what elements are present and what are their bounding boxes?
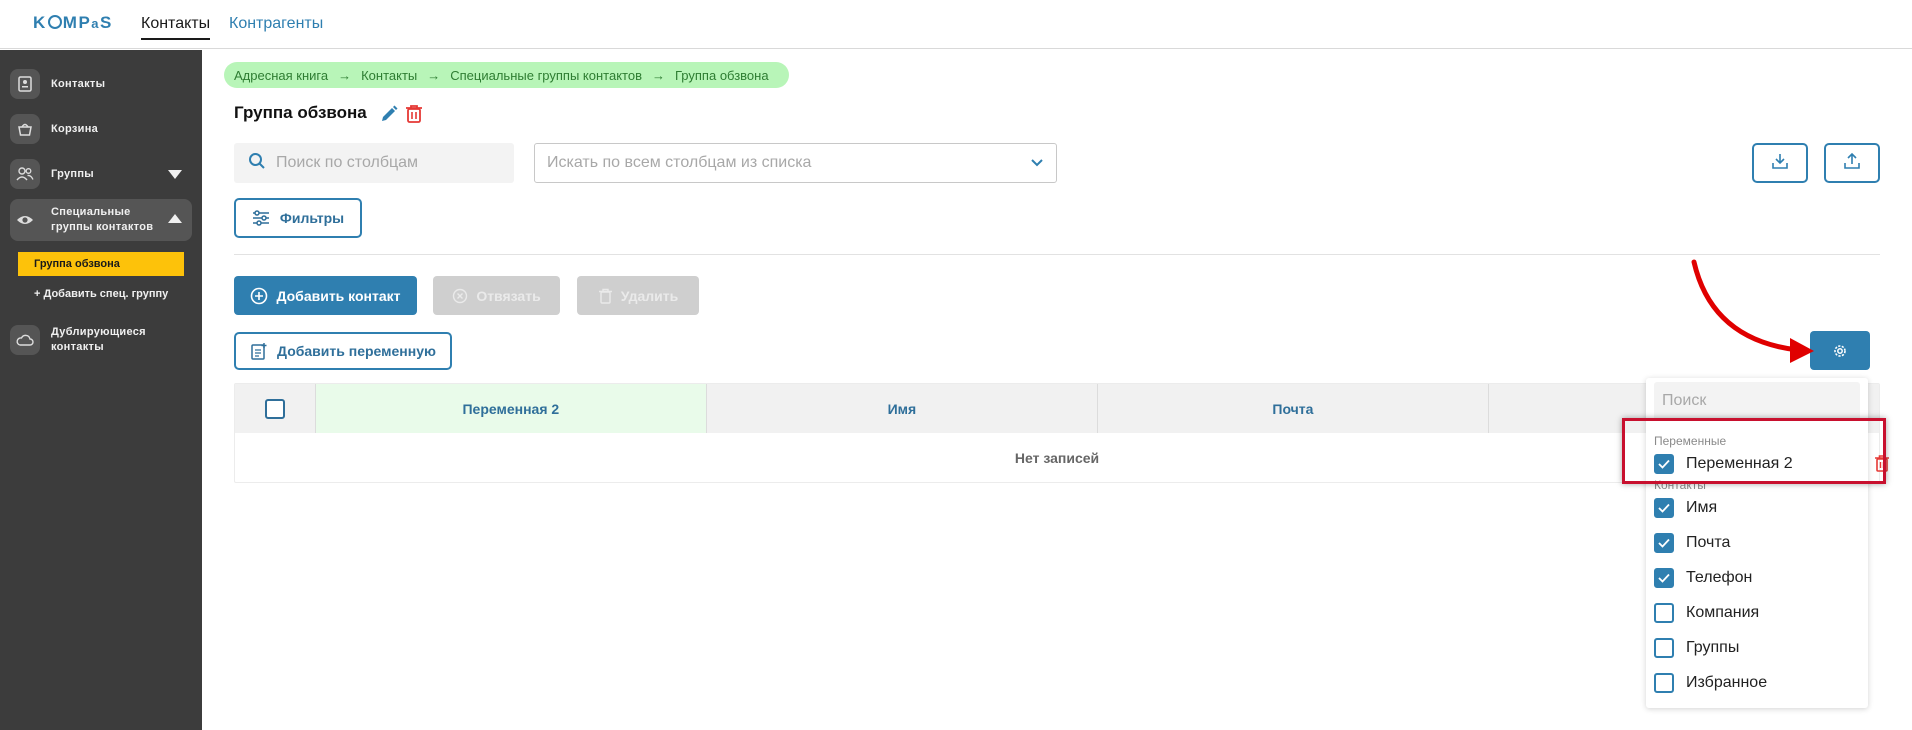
column-option-label: Группы xyxy=(1686,639,1740,656)
column-option-label: Переменная 2 xyxy=(1686,455,1793,472)
filters-button[interactable]: Фильтры xyxy=(234,198,362,238)
arrow-right-icon: → xyxy=(427,67,441,83)
sidebar-item-groups[interactable]: Группы xyxy=(10,159,192,189)
group-label: Переменные xyxy=(1654,434,1727,448)
column-option[interactable]: Имя xyxy=(1654,495,1860,521)
column-option-label: Избранное xyxy=(1686,674,1768,691)
checkbox-unchecked[interactable] xyxy=(1654,603,1674,623)
page-title: Группа обзвона xyxy=(234,103,367,122)
trash-icon[interactable] xyxy=(405,104,425,124)
column-header[interactable]: Переменная 2 xyxy=(314,384,706,433)
column-header[interactable]: Имя xyxy=(705,384,1097,433)
export-button[interactable] xyxy=(1824,143,1880,183)
arrow-right-icon: → xyxy=(338,67,352,83)
cloud-icon xyxy=(10,325,40,355)
gear-icon xyxy=(1834,344,1846,357)
contacts-table: Переменная 2 Имя Почта Нет записей xyxy=(234,383,1880,483)
columns-select-dropdown[interactable]: Искать по всем столбцам из списка xyxy=(534,143,1057,183)
column-option[interactable]: Телефон xyxy=(1654,565,1860,591)
add-contact-label: Добавить контакт xyxy=(276,287,401,304)
filters-label: Фильтры xyxy=(279,210,345,226)
sidebar: Контакты Корзина Группы Специальные груп… xyxy=(0,50,202,730)
checkbox-unchecked[interactable] xyxy=(1654,638,1674,658)
top-bar: K MPaS Контакты Контрагенты xyxy=(0,0,1912,49)
column-option-label: Компания xyxy=(1686,604,1760,621)
sidebar-item-label: Корзина xyxy=(51,123,99,135)
download-icon xyxy=(1771,152,1789,175)
column-option[interactable]: Группы xyxy=(1654,635,1860,661)
add-contact-button[interactable]: Добавить контакт xyxy=(234,276,417,315)
column-option-label: Телефон xyxy=(1686,569,1753,586)
sidebar-item-label: Дублирующиеся контакты xyxy=(51,326,146,353)
select-all-cell xyxy=(235,384,315,433)
column-option[interactable]: Переменная 2 xyxy=(1654,451,1889,477)
app-logo[interactable]: K MPaS xyxy=(33,13,113,33)
column-option[interactable]: Компания xyxy=(1654,600,1860,626)
checkbox-checked[interactable] xyxy=(1654,533,1674,553)
table-header: Переменная 2 Имя Почта xyxy=(235,384,1879,433)
column-header[interactable]: Почта xyxy=(1096,384,1488,433)
annotation-arrow xyxy=(1691,259,1814,363)
close-circle-icon xyxy=(453,288,468,303)
search-icon xyxy=(248,152,266,175)
panel-search-input[interactable]: Поиск xyxy=(1654,382,1860,420)
breadcrumb-item[interactable]: Адресная книга xyxy=(234,68,328,83)
users-icon xyxy=(10,159,40,189)
chevron-up-icon[interactable] xyxy=(168,214,182,223)
checkbox-unchecked[interactable] xyxy=(1654,673,1674,693)
empty-state: Нет записей xyxy=(1014,450,1100,466)
tab-contacts[interactable]: Контакты xyxy=(141,15,211,40)
select-placeholder: Искать по всем столбцам из списка xyxy=(547,154,812,171)
chevron-down-icon xyxy=(1030,156,1044,175)
upload-icon xyxy=(1843,152,1861,175)
add-special-group-link[interactable]: + Добавить спец. группу xyxy=(34,288,174,300)
unlink-button[interactable]: Отвязать xyxy=(433,276,560,315)
divider xyxy=(234,254,1880,255)
delete-button[interactable]: Удалить xyxy=(577,276,699,315)
breadcrumb: Адресная книга → Контакты → Специальные … xyxy=(224,62,789,88)
arrow-right-icon: → xyxy=(652,67,665,83)
column-option[interactable]: Почта xyxy=(1654,530,1860,556)
basket-icon xyxy=(10,114,40,144)
checkbox-checked[interactable] xyxy=(1654,498,1674,518)
trash-icon[interactable] xyxy=(1874,454,1890,477)
breadcrumb-item[interactable]: Контакты xyxy=(361,68,417,83)
column-settings-panel: Поиск Переменные Переменная 2 Контакты И… xyxy=(1646,378,1889,708)
trash-icon xyxy=(598,288,612,304)
group-label: Контакты xyxy=(1654,478,1706,492)
sidebar-item-basket[interactable]: Корзина xyxy=(10,114,192,144)
column-option[interactable]: Избранное xyxy=(1654,670,1860,696)
breadcrumb-item-current: Группа обзвона xyxy=(675,67,769,83)
plus-circle-icon xyxy=(251,287,268,304)
eye-icon xyxy=(10,205,40,235)
sidebar-item-duplicates[interactable]: Дублирующиеся контакты xyxy=(10,325,192,355)
sidebar-item-special-groups[interactable]: Специальные группы контактов xyxy=(10,199,192,241)
sidebar-subitem-call-group[interactable]: Группа обзвона xyxy=(18,252,184,276)
column-option-label: Почта xyxy=(1686,534,1731,551)
column-settings-button[interactable] xyxy=(1810,331,1870,370)
column-search-input[interactable]: Поиск по столбцам xyxy=(234,143,514,183)
sidebar-item-label: Группы xyxy=(51,168,94,180)
add-variable-button[interactable]: Добавить переменную xyxy=(234,332,452,370)
unlink-label: Отвязать xyxy=(476,287,541,304)
import-button[interactable] xyxy=(1752,143,1808,183)
search-placeholder: Поиск по столбцам xyxy=(276,154,419,171)
tab-counterparties[interactable]: Контрагенты xyxy=(229,15,323,33)
column-option-label: Имя xyxy=(1686,499,1718,516)
chevron-down-icon[interactable] xyxy=(168,170,182,179)
delete-label: Удалить xyxy=(620,287,679,304)
checkbox-checked[interactable] xyxy=(1654,454,1674,474)
contact-card-icon xyxy=(10,69,40,99)
sidebar-item-label: Специальные группы контактов xyxy=(51,206,154,233)
document-plus-icon xyxy=(251,343,267,360)
checkbox-checked[interactable] xyxy=(1654,568,1674,588)
edit-pencil-icon[interactable] xyxy=(379,104,399,124)
add-variable-label: Добавить переменную xyxy=(277,343,436,359)
sidebar-item-contacts[interactable]: Контакты xyxy=(10,69,192,99)
breadcrumb-item[interactable]: Специальные группы контактов xyxy=(450,68,642,83)
select-all-checkbox[interactable] xyxy=(264,398,285,419)
sidebar-item-label: Контакты xyxy=(51,78,106,90)
sliders-icon xyxy=(252,210,269,226)
